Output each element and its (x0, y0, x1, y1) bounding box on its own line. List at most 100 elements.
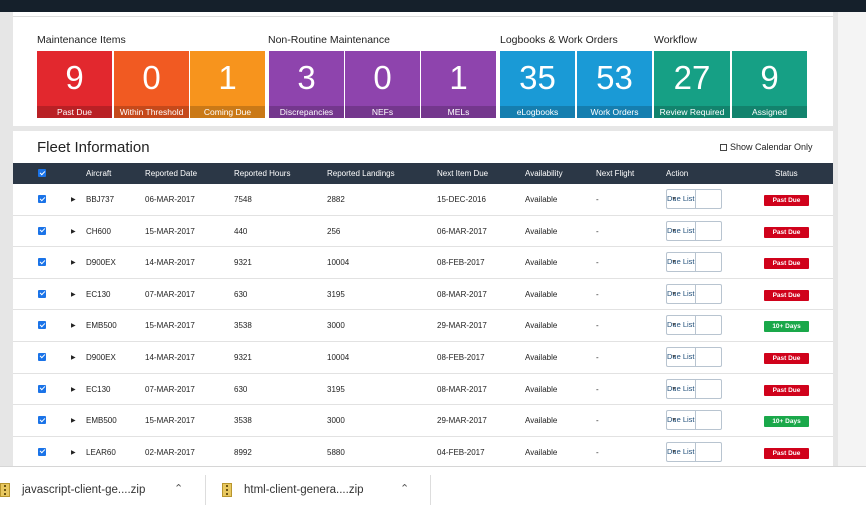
download-filename[interactable]: html-client-genera....zip (244, 484, 364, 496)
due-list-button[interactable]: Due List ▼ (666, 346, 722, 367)
tile-label: NEFs (345, 106, 420, 118)
tile-label: Assigned (732, 106, 807, 118)
expand-caret-icon[interactable]: ▶ (71, 417, 76, 424)
row-checkbox[interactable] (38, 352, 46, 361)
summary-tile-discrepancies[interactable]: 3 Discrepancies (269, 51, 344, 118)
col-next-item-due[interactable]: Next Item Due (437, 169, 488, 178)
caret-down-icon[interactable]: ▼ (667, 285, 681, 303)
expand-caret-icon[interactable]: ▶ (71, 449, 76, 456)
due-list-button[interactable]: Due List ▼ (666, 189, 722, 209)
chevron-up-icon[interactable]: ⌃ (400, 482, 409, 495)
expand-caret-icon[interactable]: ▶ (71, 196, 76, 203)
caret-down-icon[interactable]: ▼ (667, 443, 681, 461)
summary-tile-work-orders[interactable]: 53 Work Orders (577, 51, 652, 118)
summary-tile-elogbooks[interactable]: 35 eLogbooks (500, 51, 575, 118)
summary-tile-past-due[interactable]: 9 Past Due (37, 51, 112, 118)
cell-reported-date: 02-MAR-2017 (145, 447, 195, 457)
caret-down-icon[interactable]: ▼ (667, 348, 681, 366)
summary-tile-review-required[interactable]: 27 Review Required (654, 51, 730, 118)
status-badge: Past Due (764, 226, 809, 238)
due-list-button[interactable]: Due List ▼ (666, 315, 722, 336)
table-row[interactable]: ▶ EC130 07-MAR-2017 630 3195 08-MAR-2017 Avail… (13, 279, 833, 311)
download-item[interactable]: html-client-genera....zip (222, 467, 364, 512)
caret-down-icon[interactable]: ▼ (667, 411, 681, 429)
expand-caret-icon[interactable]: ▶ (71, 291, 76, 298)
expand-caret-icon[interactable]: ▶ (71, 354, 76, 361)
due-list-button[interactable]: Due List ▼ (666, 252, 722, 273)
caret-down-icon[interactable]: ▼ (667, 380, 681, 398)
row-checkbox[interactable] (38, 226, 46, 235)
table-row[interactable]: ▶ EMB500 15-MAR-2017 3538 3000 29-MAR-2017 Ava… (13, 405, 833, 437)
col-status[interactable]: Status (775, 169, 798, 178)
tile-count: 9 (760, 59, 779, 96)
cell-availability: Available (525, 321, 558, 331)
status-badge: Past Due (764, 384, 809, 396)
row-checkbox[interactable] (38, 195, 46, 203)
cell-availability: Available (525, 416, 558, 426)
due-list-button[interactable]: Due List ▼ (666, 378, 722, 399)
row-checkbox[interactable] (38, 447, 46, 456)
due-list-button[interactable]: Due List ▼ (666, 220, 722, 241)
tile-count: 27 (673, 59, 711, 96)
expand-caret-icon[interactable]: ▶ (71, 386, 76, 393)
cell-reported-landings: 3000 (327, 416, 345, 426)
table-row[interactable]: ▶ EMB500 15-MAR-2017 3538 3000 29-MAR-2017 Ava… (13, 310, 833, 342)
table-row[interactable]: ▶ EC130 07-MAR-2017 630 3195 08-MAR-2017 Avail… (13, 374, 833, 406)
due-list-button[interactable]: Due List ▼ (666, 441, 722, 462)
due-list-button[interactable]: Due List ▼ (666, 283, 722, 304)
chevron-up-icon[interactable]: ⌃ (174, 482, 183, 495)
col-availability[interactable]: Availability (525, 169, 563, 178)
col-reported-date[interactable]: Reported Date (145, 169, 197, 178)
table-row[interactable]: ▶ LEAR60 02-MAR-2017 8992 5880 04-FEB-2017 Ava… (13, 437, 833, 466)
cell-aircraft: BBJ737 (86, 195, 115, 204)
caret-down-icon[interactable]: ▼ (667, 222, 681, 240)
cell-reported-landings: 3000 (327, 321, 345, 331)
tile-count: 3 (297, 59, 316, 96)
tile-count: 1 (218, 59, 237, 96)
row-checkbox[interactable] (38, 321, 46, 330)
row-checkbox[interactable] (38, 416, 46, 425)
table-row[interactable]: ▶ CH600 15-MAR-2017 440 256 06-MAR-2017 Availa… (13, 216, 833, 248)
cell-aircraft: EC130 (86, 384, 111, 394)
summary-tile-coming-due[interactable]: 1 Coming Due (190, 51, 265, 118)
cell-next-flight: - (596, 258, 599, 268)
col-aircraft[interactable]: Aircraft (86, 169, 111, 178)
cell-reported-hours: 440 (234, 226, 248, 236)
caret-down-icon[interactable]: ▼ (667, 253, 681, 271)
caret-down-icon[interactable]: ▼ (667, 316, 681, 334)
download-item[interactable]: javascript-client-ge....zip (0, 467, 145, 512)
fleet-table-header: Aircraft Reported Date Reported Hours Re… (13, 163, 833, 184)
cell-reported-landings: 2882 (327, 195, 345, 204)
expand-caret-icon[interactable]: ▶ (71, 259, 76, 266)
cell-next-flight: - (596, 289, 599, 299)
expand-caret-icon[interactable]: ▶ (71, 228, 76, 235)
col-reported-landings[interactable]: Reported Landings (327, 169, 395, 178)
tile-count: 0 (373, 59, 392, 96)
table-row[interactable]: ▶ D900EX 14-MAR-2017 9321 10004 08-FEB-2017 Av… (13, 342, 833, 374)
show-calendar-only-toggle[interactable]: Show Calendar Only (720, 142, 813, 152)
row-checkbox[interactable] (38, 289, 46, 298)
row-checkbox[interactable] (38, 384, 46, 393)
summary-tile-assigned[interactable]: 9 Assigned (732, 51, 807, 118)
cell-aircraft: EC130 (86, 289, 111, 299)
col-next-flight[interactable]: Next Flight (596, 169, 634, 178)
summary-tile-nefs[interactable]: 0 NEFs (345, 51, 420, 118)
table-row[interactable]: ▶ D900EX 14-MAR-2017 9321 10004 08-FEB-2017 Av… (13, 247, 833, 279)
summary-tile-mels[interactable]: 1 MELs (421, 51, 496, 118)
row-checkbox[interactable] (38, 258, 46, 267)
expand-caret-icon[interactable]: ▶ (71, 322, 76, 329)
col-reported-hours[interactable]: Reported Hours (234, 169, 290, 178)
summary-tile-within-threshold[interactable]: 0 Within Threshold (114, 51, 189, 118)
tile-label: Past Due (37, 106, 112, 118)
cell-reported-hours: 3538 (234, 321, 252, 331)
due-list-button[interactable]: Due List ▼ (666, 410, 722, 431)
show-calendar-checkbox[interactable] (720, 143, 727, 151)
table-row[interactable]: ▶ BBJ737 06-MAR-2017 7548 2882 15-DEC-2016 Ava… (13, 184, 833, 216)
caret-down-icon[interactable]: ▼ (667, 190, 681, 208)
cell-availability: Available (525, 226, 558, 236)
cell-reported-date: 14-MAR-2017 (145, 258, 195, 268)
download-filename[interactable]: javascript-client-ge....zip (22, 484, 145, 496)
downloads-bar: javascript-client-ge....zip ⌃ html-clien… (0, 466, 866, 512)
select-all-checkbox[interactable] (38, 169, 46, 177)
cell-availability: Available (525, 384, 558, 394)
